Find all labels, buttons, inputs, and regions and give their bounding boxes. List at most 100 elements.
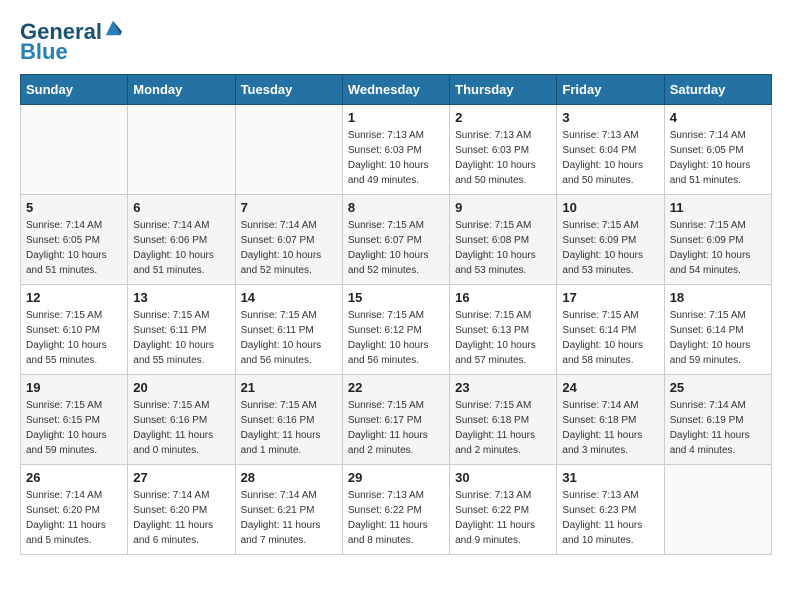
day-info: Sunrise: 7:15 AM Sunset: 6:09 PM Dayligh…: [670, 218, 766, 278]
day-number: 17: [562, 290, 658, 305]
day-info: Sunrise: 7:15 AM Sunset: 6:12 PM Dayligh…: [348, 308, 444, 368]
day-number: 7: [241, 200, 337, 215]
day-number: 18: [670, 290, 766, 305]
week-row-5: 26 Sunrise: 7:14 AM Sunset: 6:20 PM Dayli…: [21, 465, 772, 555]
day-number: 16: [455, 290, 551, 305]
logo-icon: [104, 19, 122, 37]
day-info: Sunrise: 7:15 AM Sunset: 6:17 PM Dayligh…: [348, 398, 444, 458]
day-number: 28: [241, 470, 337, 485]
header-day-monday: Monday: [128, 75, 235, 105]
day-cell: 3Sunrise: 7:13 AM Sunset: 6:04 PM Daylig…: [557, 105, 664, 195]
day-number: 4: [670, 110, 766, 125]
logo: General Blue: [20, 20, 122, 64]
day-cell: [235, 105, 342, 195]
day-cell: 8Sunrise: 7:15 AM Sunset: 6:07 PM Daylig…: [342, 195, 449, 285]
day-cell: 18Sunrise: 7:15 AM Sunset: 6:14 PM Dayli…: [664, 285, 771, 375]
day-cell: [21, 105, 128, 195]
day-cell: 29Sunrise: 7:13 AM Sunset: 6:22 PM Dayli…: [342, 465, 449, 555]
day-number: 6: [133, 200, 229, 215]
header-day-friday: Friday: [557, 75, 664, 105]
day-cell: 30 Sunrise: 7:13 AM Sunset: 6:22 PM Dayli…: [450, 465, 557, 555]
day-cell: [128, 105, 235, 195]
day-cell: 16 Sunrise: 7:15 AM Sunset: 6:13 PM Dayli…: [450, 285, 557, 375]
day-cell: 24Sunrise: 7:14 AM Sunset: 6:18 PM Dayli…: [557, 375, 664, 465]
week-row-2: 5Sunrise: 7:14 AM Sunset: 6:05 PM Daylig…: [21, 195, 772, 285]
day-number: 22: [348, 380, 444, 395]
day-info: Sunrise: 7:13 AM Sunset: 6:22 PM Dayligh…: [348, 488, 444, 548]
day-number: 10: [562, 200, 658, 215]
day-info: Sunrise: 7:15 AM Sunset: 6:11 PM Dayligh…: [133, 308, 229, 368]
day-cell: 12 Sunrise: 7:15 AM Sunset: 6:10 PM Dayli…: [21, 285, 128, 375]
day-number: 23: [455, 380, 551, 395]
day-cell: 6 Sunrise: 7:14 AM Sunset: 6:06 PM Daylig…: [128, 195, 235, 285]
page-header: General Blue: [20, 20, 772, 64]
day-number: 1: [348, 110, 444, 125]
day-cell: 5Sunrise: 7:14 AM Sunset: 6:05 PM Daylig…: [21, 195, 128, 285]
day-info: Sunrise: 7:15 AM Sunset: 6:16 PM Dayligh…: [241, 398, 337, 458]
day-cell: 20Sunrise: 7:15 AM Sunset: 6:16 PM Dayli…: [128, 375, 235, 465]
week-row-4: 19 Sunrise: 7:15 AM Sunset: 6:15 PM Dayli…: [21, 375, 772, 465]
day-cell: 17 Sunrise: 7:15 AM Sunset: 6:14 PM Dayli…: [557, 285, 664, 375]
week-row-3: 12 Sunrise: 7:15 AM Sunset: 6:10 PM Dayli…: [21, 285, 772, 375]
day-info: Sunrise: 7:15 AM Sunset: 6:09 PM Dayligh…: [562, 218, 658, 278]
calendar-table: SundayMondayTuesdayWednesdayThursdayFrid…: [20, 74, 772, 555]
day-cell: 13 Sunrise: 7:15 AM Sunset: 6:11 PM Dayli…: [128, 285, 235, 375]
week-row-1: 1 Sunrise: 7:13 AM Sunset: 6:03 PM Daylig…: [21, 105, 772, 195]
day-info: Sunrise: 7:15 AM Sunset: 6:10 PM Dayligh…: [26, 308, 122, 368]
day-cell: 28Sunrise: 7:14 AM Sunset: 6:21 PM Dayli…: [235, 465, 342, 555]
day-cell: 26 Sunrise: 7:14 AM Sunset: 6:20 PM Dayli…: [21, 465, 128, 555]
day-info: Sunrise: 7:14 AM Sunset: 6:20 PM Dayligh…: [26, 488, 122, 548]
header-row: SundayMondayTuesdayWednesdayThursdayFrid…: [21, 75, 772, 105]
calendar-body: 1 Sunrise: 7:13 AM Sunset: 6:03 PM Daylig…: [21, 105, 772, 555]
day-info: Sunrise: 7:14 AM Sunset: 6:20 PM Dayligh…: [133, 488, 229, 548]
day-info: Sunrise: 7:13 AM Sunset: 6:03 PM Dayligh…: [455, 128, 551, 188]
day-info: Sunrise: 7:15 AM Sunset: 6:13 PM Dayligh…: [455, 308, 551, 368]
day-cell: 2 Sunrise: 7:13 AM Sunset: 6:03 PM Daylig…: [450, 105, 557, 195]
day-cell: 31Sunrise: 7:13 AM Sunset: 6:23 PM Dayli…: [557, 465, 664, 555]
day-number: 14: [241, 290, 337, 305]
day-info: Sunrise: 7:14 AM Sunset: 6:07 PM Dayligh…: [241, 218, 337, 278]
day-cell: 10 Sunrise: 7:15 AM Sunset: 6:09 PM Dayli…: [557, 195, 664, 285]
day-number: 20: [133, 380, 229, 395]
day-number: 11: [670, 200, 766, 215]
day-number: 15: [348, 290, 444, 305]
day-number: 13: [133, 290, 229, 305]
day-cell: 25 Sunrise: 7:14 AM Sunset: 6:19 PM Dayli…: [664, 375, 771, 465]
day-number: 2: [455, 110, 551, 125]
day-info: Sunrise: 7:14 AM Sunset: 6:19 PM Dayligh…: [670, 398, 766, 458]
day-cell: 14 Sunrise: 7:15 AM Sunset: 6:11 PM Dayli…: [235, 285, 342, 375]
calendar-header: SundayMondayTuesdayWednesdayThursdayFrid…: [21, 75, 772, 105]
header-day-thursday: Thursday: [450, 75, 557, 105]
day-info: Sunrise: 7:15 AM Sunset: 6:14 PM Dayligh…: [562, 308, 658, 368]
day-info: Sunrise: 7:13 AM Sunset: 6:04 PM Dayligh…: [562, 128, 658, 188]
day-number: 19: [26, 380, 122, 395]
day-number: 25: [670, 380, 766, 395]
day-info: Sunrise: 7:13 AM Sunset: 6:22 PM Dayligh…: [455, 488, 551, 548]
header-day-sunday: Sunday: [21, 75, 128, 105]
day-number: 27: [133, 470, 229, 485]
day-cell: 15 Sunrise: 7:15 AM Sunset: 6:12 PM Dayli…: [342, 285, 449, 375]
day-number: 8: [348, 200, 444, 215]
day-cell: 4 Sunrise: 7:14 AM Sunset: 6:05 PM Daylig…: [664, 105, 771, 195]
logo-text-blue: Blue: [20, 40, 68, 64]
day-info: Sunrise: 7:13 AM Sunset: 6:03 PM Dayligh…: [348, 128, 444, 188]
day-number: 26: [26, 470, 122, 485]
day-cell: [664, 465, 771, 555]
day-cell: 11 Sunrise: 7:15 AM Sunset: 6:09 PM Dayli…: [664, 195, 771, 285]
day-number: 31: [562, 470, 658, 485]
day-cell: 23 Sunrise: 7:15 AM Sunset: 6:18 PM Dayli…: [450, 375, 557, 465]
day-info: Sunrise: 7:15 AM Sunset: 6:08 PM Dayligh…: [455, 218, 551, 278]
day-info: Sunrise: 7:15 AM Sunset: 6:15 PM Dayligh…: [26, 398, 122, 458]
day-cell: 9 Sunrise: 7:15 AM Sunset: 6:08 PM Daylig…: [450, 195, 557, 285]
day-info: Sunrise: 7:15 AM Sunset: 6:18 PM Dayligh…: [455, 398, 551, 458]
day-info: Sunrise: 7:14 AM Sunset: 6:06 PM Dayligh…: [133, 218, 229, 278]
day-cell: 21Sunrise: 7:15 AM Sunset: 6:16 PM Dayli…: [235, 375, 342, 465]
day-number: 30: [455, 470, 551, 485]
day-info: Sunrise: 7:14 AM Sunset: 6:05 PM Dayligh…: [670, 128, 766, 188]
day-info: Sunrise: 7:15 AM Sunset: 6:11 PM Dayligh…: [241, 308, 337, 368]
day-number: 9: [455, 200, 551, 215]
header-day-wednesday: Wednesday: [342, 75, 449, 105]
day-number: 12: [26, 290, 122, 305]
header-day-saturday: Saturday: [664, 75, 771, 105]
day-info: Sunrise: 7:14 AM Sunset: 6:05 PM Dayligh…: [26, 218, 122, 278]
